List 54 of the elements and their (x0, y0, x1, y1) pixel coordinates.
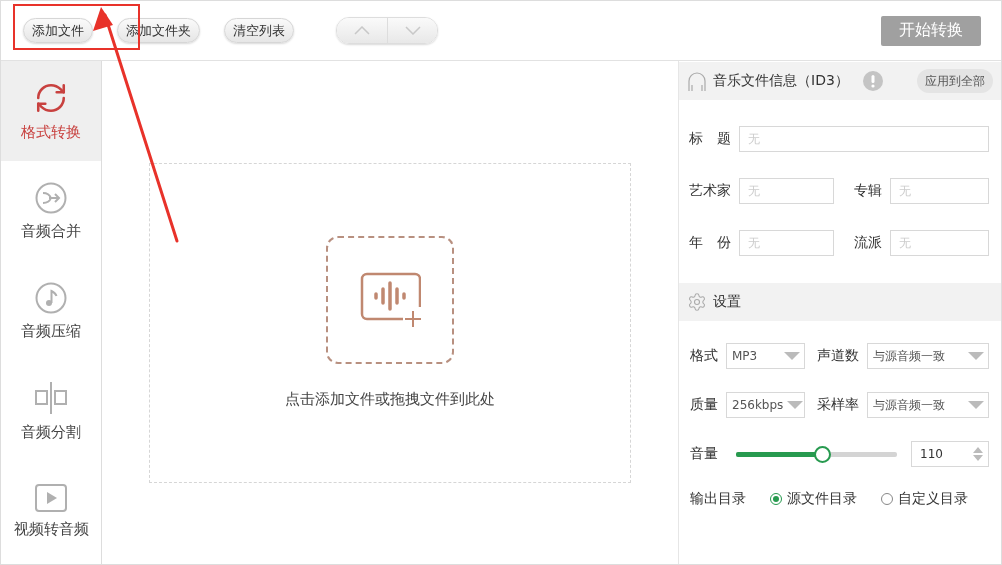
slider-thumb[interactable] (814, 445, 832, 463)
sidebar-item[interactable]: 音频合并 (1, 161, 101, 261)
dropdown-arrow-icon (968, 401, 984, 409)
headphones-icon (687, 70, 707, 92)
field-label: 声道数 (816, 347, 860, 365)
sidebar-label: 音频压缩 (21, 321, 81, 341)
dropdown[interactable]: 256kbps (726, 392, 806, 418)
radio-option[interactable]: 源文件目录 (770, 490, 857, 508)
sidebar-label: 音频分割 (21, 422, 81, 442)
audio-add-icon (359, 271, 421, 329)
info-icon[interactable] (862, 71, 883, 91)
toolbar-button[interactable]: 添加文件夹 (117, 18, 200, 43)
chevron-down-icon (404, 26, 421, 35)
id3-title: 音乐文件信息（ID3） (713, 72, 849, 90)
dropdown-arrow-icon (968, 352, 984, 360)
field-label: 年 份 (688, 234, 731, 252)
field-label: 格式 (689, 347, 718, 365)
sidebar-item[interactable]: 格式转换 (1, 61, 101, 161)
dropdown[interactable]: 与源音频一致 (867, 392, 989, 418)
drop-hint: 点击添加文件或拖拽文件到此处 (285, 390, 495, 409)
settings-title: 设置 (713, 293, 741, 311)
settings-icon (687, 292, 707, 312)
drop-zone[interactable]: 点击添加文件或拖拽文件到此处 (149, 162, 631, 483)
field-label: 采样率 (816, 396, 860, 414)
merge-icon (35, 181, 67, 214)
volume-spinbox[interactable]: 110 (911, 441, 989, 467)
chevron-up-icon (354, 26, 370, 35)
field-label: 输出目录 (689, 490, 746, 508)
music-note-icon (35, 281, 67, 314)
sidebar-label: 音频合并 (21, 221, 81, 241)
dropdown-arrow-icon (784, 352, 801, 360)
field-label: 音量 (689, 445, 718, 463)
toolbar-button[interactable]: 添加文件 (23, 18, 93, 43)
sidebar-item[interactable]: 音频分割 (1, 361, 101, 461)
spinner-arrows-icon[interactable] (972, 446, 984, 462)
add-audio-tile[interactable] (326, 236, 454, 364)
field-label: 艺术家 (688, 182, 731, 200)
radio-option[interactable]: 自定义目录 (881, 490, 968, 508)
split-icon (34, 380, 68, 415)
sidebar-label: 视频转音频 (13, 519, 89, 539)
apply-all-button[interactable]: 应用到全部 (917, 69, 993, 93)
field-label: 流派 (853, 234, 882, 252)
field-label: 专辑 (853, 182, 882, 200)
volume-slider[interactable] (736, 445, 897, 463)
toolbar-button[interactable]: 清空列表 (224, 18, 294, 43)
field-label: 质量 (689, 396, 718, 414)
play-icon (35, 483, 67, 512)
dropdown[interactable]: 与源音频一致 (867, 343, 989, 369)
dropdown-arrow-icon (787, 401, 804, 409)
dropdown[interactable]: MP3 (726, 343, 806, 369)
sidebar-label: 格式转换 (21, 122, 81, 142)
sidebar-item[interactable]: 视频转音频 (1, 461, 101, 561)
sidebar-item[interactable]: 音频压缩 (1, 261, 101, 361)
field-label: 标 题 (688, 130, 731, 148)
